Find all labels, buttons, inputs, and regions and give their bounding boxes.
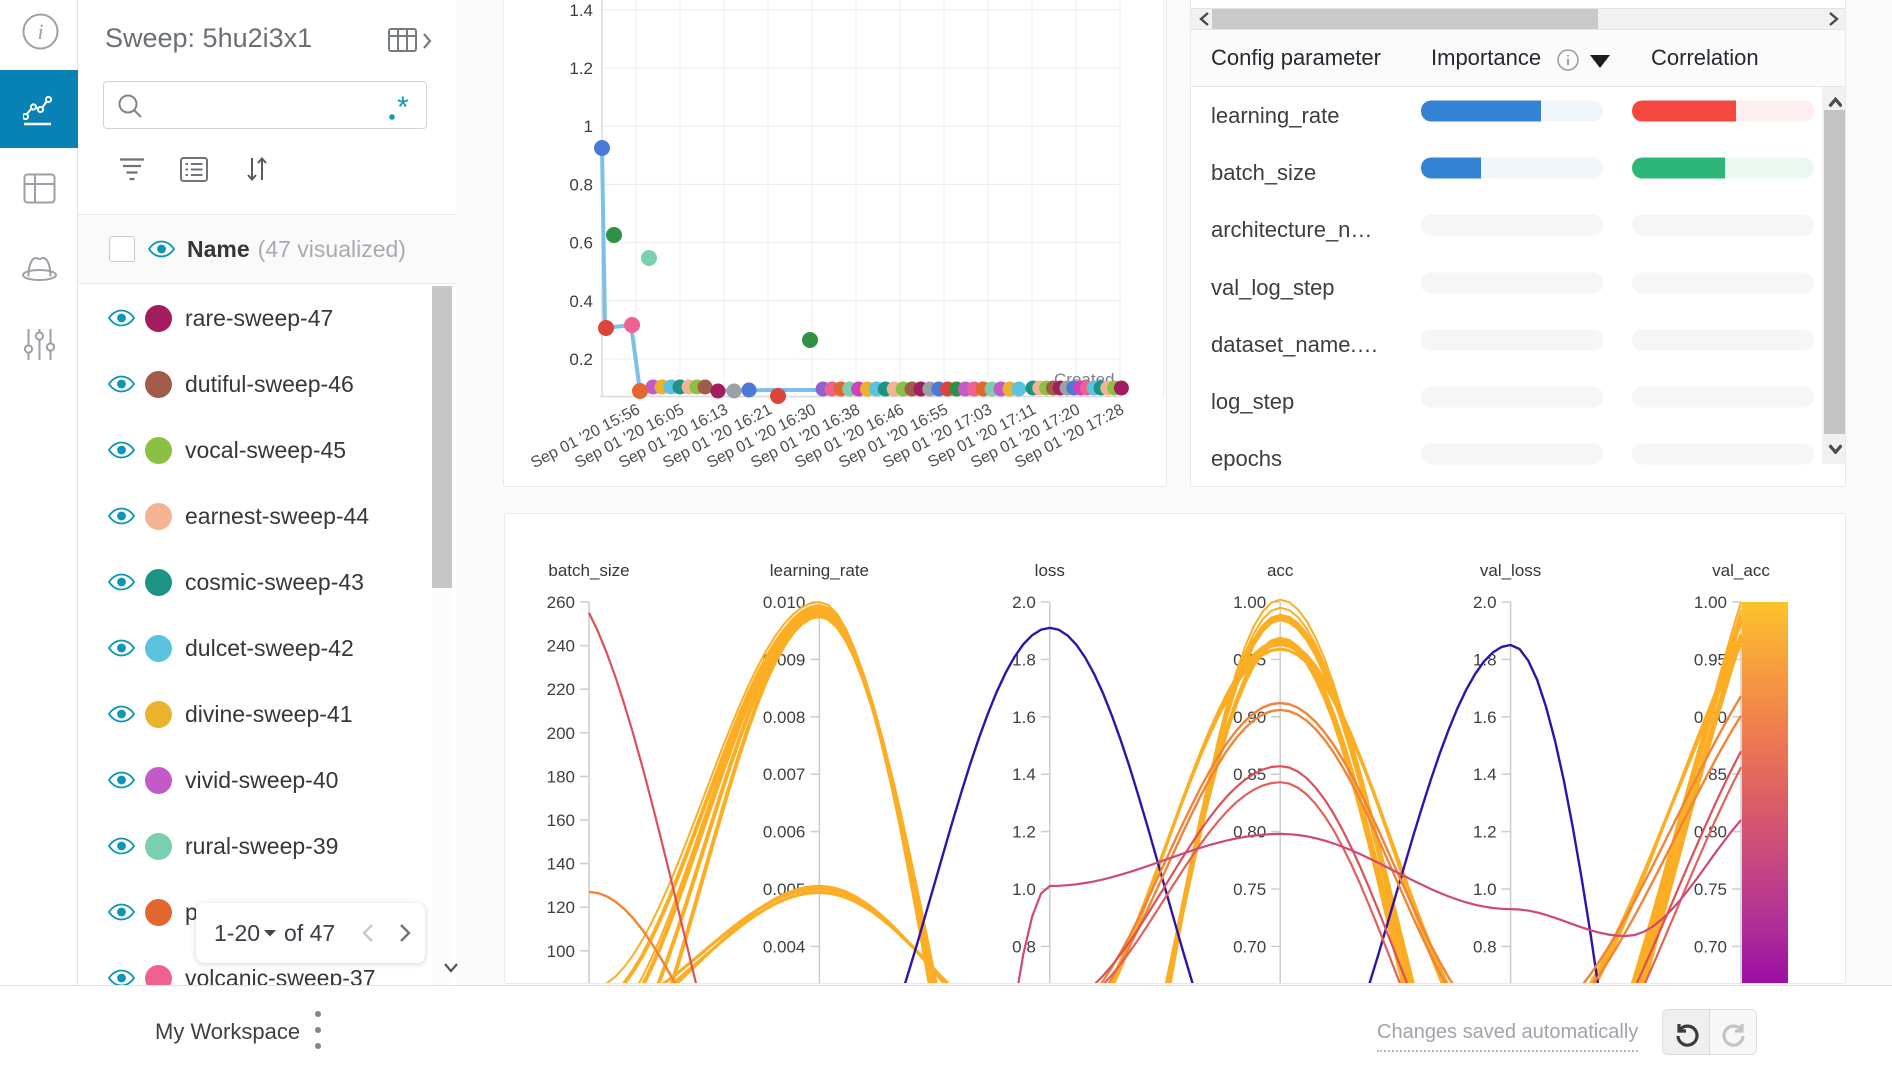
svg-text:*: * <box>397 92 409 122</box>
svg-text:120: 120 <box>547 898 575 917</box>
svg-text:1.2: 1.2 <box>1012 823 1036 842</box>
svg-text:1.2: 1.2 <box>1473 823 1497 842</box>
svg-text:220: 220 <box>547 680 575 699</box>
svg-text:acc: acc <box>1267 561 1294 580</box>
svg-text:0.8: 0.8 <box>1473 937 1497 956</box>
svg-text:0.70: 0.70 <box>1233 937 1266 956</box>
svg-text:0.8: 0.8 <box>569 175 593 194</box>
svg-text:0.008: 0.008 <box>763 708 806 727</box>
svg-text:0.007: 0.007 <box>763 765 806 784</box>
svg-text:0.70: 0.70 <box>1694 937 1727 956</box>
svg-text:1.00: 1.00 <box>1694 593 1727 612</box>
svg-text:180: 180 <box>547 767 575 786</box>
svg-text:260: 260 <box>547 593 575 612</box>
svg-text:1: 1 <box>584 117 593 136</box>
svg-text:1.4: 1.4 <box>1012 765 1036 784</box>
svg-text:0.6: 0.6 <box>569 234 593 253</box>
svg-text:1.0: 1.0 <box>1012 880 1036 899</box>
svg-text:batch_size: batch_size <box>548 561 629 580</box>
svg-text:loss: loss <box>1035 561 1065 580</box>
svg-text:2.0: 2.0 <box>1473 593 1497 612</box>
svg-text:1.4: 1.4 <box>1473 765 1497 784</box>
svg-text:0.85: 0.85 <box>1233 765 1266 784</box>
svg-text:i: i <box>37 19 43 44</box>
svg-text:200: 200 <box>547 724 575 743</box>
svg-text:0.75: 0.75 <box>1694 880 1727 899</box>
svg-text:1.4: 1.4 <box>569 1 593 20</box>
svg-text:140: 140 <box>547 855 575 874</box>
svg-text:val_acc: val_acc <box>1712 561 1770 580</box>
svg-text:0.75: 0.75 <box>1233 880 1266 899</box>
svg-text:0.4: 0.4 <box>569 292 593 311</box>
svg-text:160: 160 <box>547 811 575 830</box>
svg-text:2.0: 2.0 <box>1012 593 1036 612</box>
svg-text:1.0: 1.0 <box>1473 880 1497 899</box>
svg-text:100: 100 <box>547 942 575 961</box>
svg-text:0.006: 0.006 <box>763 823 806 842</box>
svg-text:0.004: 0.004 <box>763 937 806 956</box>
svg-text:1.2: 1.2 <box>569 59 593 78</box>
svg-text:1.6: 1.6 <box>1473 708 1497 727</box>
svg-text:240: 240 <box>547 637 575 656</box>
svg-text:val_loss: val_loss <box>1480 561 1541 580</box>
svg-text:1.6: 1.6 <box>1012 708 1036 727</box>
svg-text:0.2: 0.2 <box>569 350 593 369</box>
svg-text:1.00: 1.00 <box>1233 593 1266 612</box>
svg-text:learning_rate: learning_rate <box>770 561 869 580</box>
